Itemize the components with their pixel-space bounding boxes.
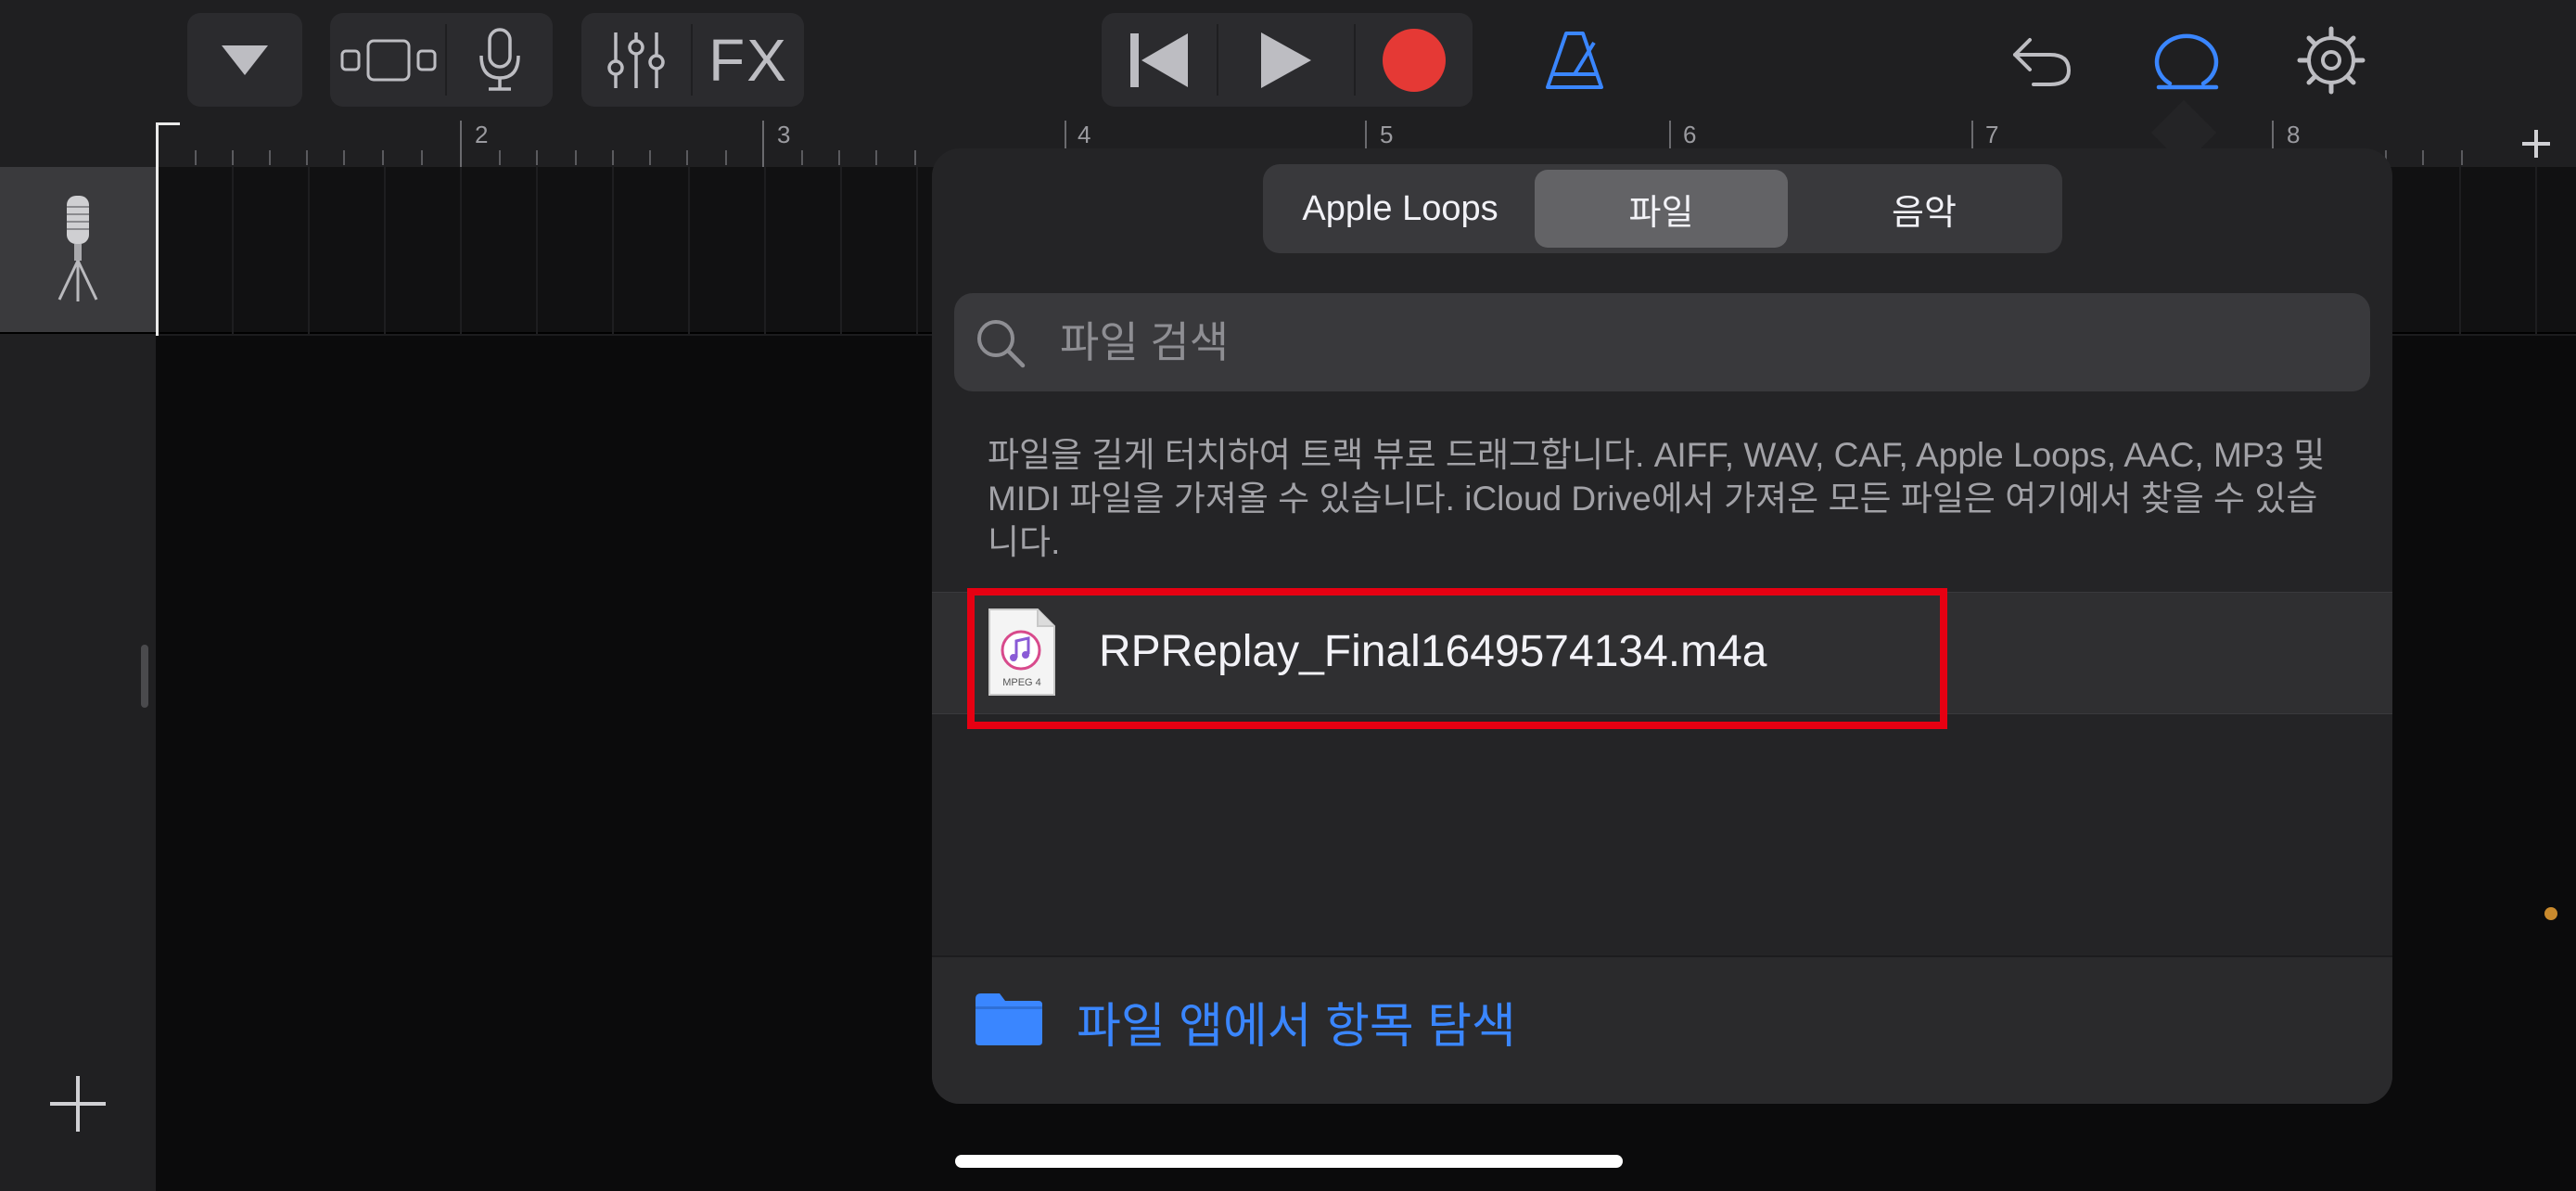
undo-icon bbox=[2013, 37, 2072, 86]
microphone-instrument-icon bbox=[57, 196, 98, 301]
metronome-icon bbox=[1546, 31, 1603, 89]
view-mic-group bbox=[330, 13, 553, 107]
go-to-beginning-icon bbox=[1130, 32, 1188, 87]
loop-browser-popover: Apple Loops 파일 음악 파일을 길게 터치하여 트랙 뷰로 드래그합… bbox=[932, 148, 2392, 1104]
toolbar: FX bbox=[0, 0, 2576, 121]
browse-files-label: 파일 앱에서 항목 탐색 bbox=[1077, 1000, 1516, 1054]
mixer-fx-group: FX bbox=[581, 13, 804, 107]
settings-gear-icon bbox=[2297, 26, 2366, 94]
annotation-highlight-box bbox=[967, 588, 1947, 729]
tab-music[interactable]: 음악 bbox=[1792, 170, 2056, 248]
browse-files-app-button[interactable]: 파일 앱에서 항목 탐색 bbox=[932, 955, 2392, 1104]
search-icon bbox=[977, 320, 1026, 368]
record-button[interactable] bbox=[1356, 13, 1473, 107]
region-indicator-dot bbox=[2544, 907, 2557, 920]
loop-browser-button[interactable] bbox=[2131, 13, 2242, 107]
home-indicator[interactable] bbox=[955, 1155, 1623, 1168]
ruler-bar-number: 7 bbox=[1985, 121, 1999, 148]
tab-files[interactable]: 파일 bbox=[1535, 170, 1788, 248]
ruler-bar-number: 5 bbox=[1380, 121, 1394, 148]
loop-browser-icon bbox=[2154, 33, 2219, 89]
track-view-icon bbox=[340, 39, 436, 81]
metronome-button[interactable] bbox=[1519, 13, 1630, 107]
track-header-resize-handle[interactable] bbox=[141, 645, 148, 708]
ruler-bar-number: 4 bbox=[1078, 121, 1091, 148]
microphone-button[interactable] bbox=[447, 13, 553, 107]
search-input[interactable] bbox=[1058, 293, 2338, 391]
playhead-handle[interactable] bbox=[156, 122, 180, 160]
tab-apple-loops[interactable]: Apple Loops bbox=[1269, 170, 1532, 248]
plus-icon bbox=[2522, 130, 2550, 158]
go-to-beginning-button[interactable] bbox=[1102, 13, 1217, 107]
add-track-button[interactable] bbox=[41, 1067, 115, 1141]
transport-controls bbox=[1102, 13, 1473, 107]
play-button[interactable] bbox=[1218, 13, 1354, 107]
undo-button[interactable] bbox=[1986, 13, 2098, 107]
mixer-button[interactable] bbox=[581, 13, 691, 107]
fx-label: FX bbox=[708, 26, 788, 94]
tracks-dropdown-button[interactable] bbox=[187, 13, 302, 107]
ruler-bar-number: 8 bbox=[2287, 121, 2301, 148]
files-info-text: 파일을 길게 터치하여 트랙 뷰로 드래그합니다. AIFF, WAV, CAF… bbox=[988, 436, 2326, 561]
track-view-button[interactable] bbox=[330, 13, 446, 107]
settings-button[interactable] bbox=[2276, 13, 2387, 107]
add-section-button[interactable] bbox=[2504, 121, 2569, 167]
record-icon bbox=[1383, 28, 1446, 92]
folder-icon bbox=[976, 993, 1042, 1045]
microphone-icon bbox=[479, 27, 520, 91]
search-field[interactable] bbox=[954, 293, 2370, 391]
mixer-sliders-icon bbox=[607, 32, 665, 88]
fx-button[interactable]: FX bbox=[693, 13, 804, 107]
dropdown-triangle-icon bbox=[187, 13, 302, 107]
ruler-bar-number: 3 bbox=[777, 121, 791, 148]
play-icon bbox=[1261, 32, 1311, 88]
track-header-audio-recorder[interactable] bbox=[0, 167, 156, 334]
plus-icon bbox=[50, 1076, 106, 1132]
ruler-bar-number: 6 bbox=[1683, 121, 1697, 148]
ruler-bar-number: 2 bbox=[475, 121, 489, 148]
browser-tabs: Apple Loops 파일 음악 bbox=[1263, 164, 2062, 253]
